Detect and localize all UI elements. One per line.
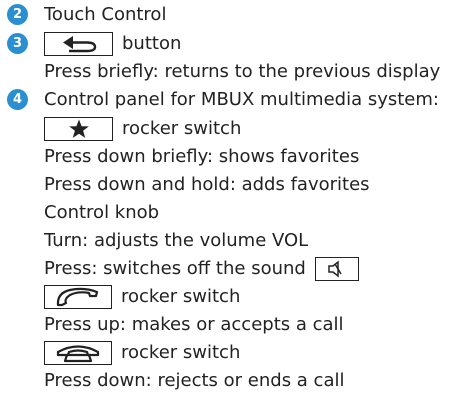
back-key-box <box>44 31 113 56</box>
item-touch-control: Touch Control <box>44 2 166 27</box>
call-accept-key-box <box>44 284 112 309</box>
item-control-panel: Control panel for MBUX multimedia system… <box>44 87 439 112</box>
speaker-muted-icon <box>328 259 342 278</box>
call-accept-rocker-line: rocker switch <box>44 284 240 309</box>
star-key-box <box>44 116 113 141</box>
mute-key-box <box>314 256 359 281</box>
item-number-badge: 4 <box>7 89 28 110</box>
call-end-key-box <box>44 340 112 365</box>
call-end-rocker-line: rocker switch <box>44 340 240 365</box>
knob-press: Press: switches off the sound <box>44 256 359 281</box>
item-text: button <box>122 33 182 54</box>
item-number-badge: 3 <box>7 33 28 54</box>
favorites-brief: Press down briefly: shows favorites <box>44 146 360 167</box>
call-end-description: Press down: rejects or ends a call <box>44 370 345 391</box>
back-description: Press briefly: returns to the previous d… <box>44 61 441 82</box>
star-icon <box>68 119 89 138</box>
phone-end-icon <box>56 344 100 362</box>
call-accept-description: Press up: makes or accepts a call <box>44 314 344 335</box>
item-text: Control panel for MBUX multimedia system… <box>44 89 439 110</box>
knob-turn: Turn: adjusts the volume VOL <box>44 230 309 251</box>
knob-title: Control knob <box>44 202 160 223</box>
item-number-badge: 2 <box>7 4 28 25</box>
item-back-button: button <box>44 31 181 56</box>
document-page: 2 Touch Control 3 button Press briefly: … <box>0 0 475 411</box>
phone-accept-icon <box>56 287 99 306</box>
favorites-rocker-line: rocker switch <box>44 116 241 141</box>
back-arrow-icon <box>62 35 96 52</box>
favorites-hold: Press down and hold: adds favorites <box>44 174 370 195</box>
item-text: Touch Control <box>44 4 167 25</box>
